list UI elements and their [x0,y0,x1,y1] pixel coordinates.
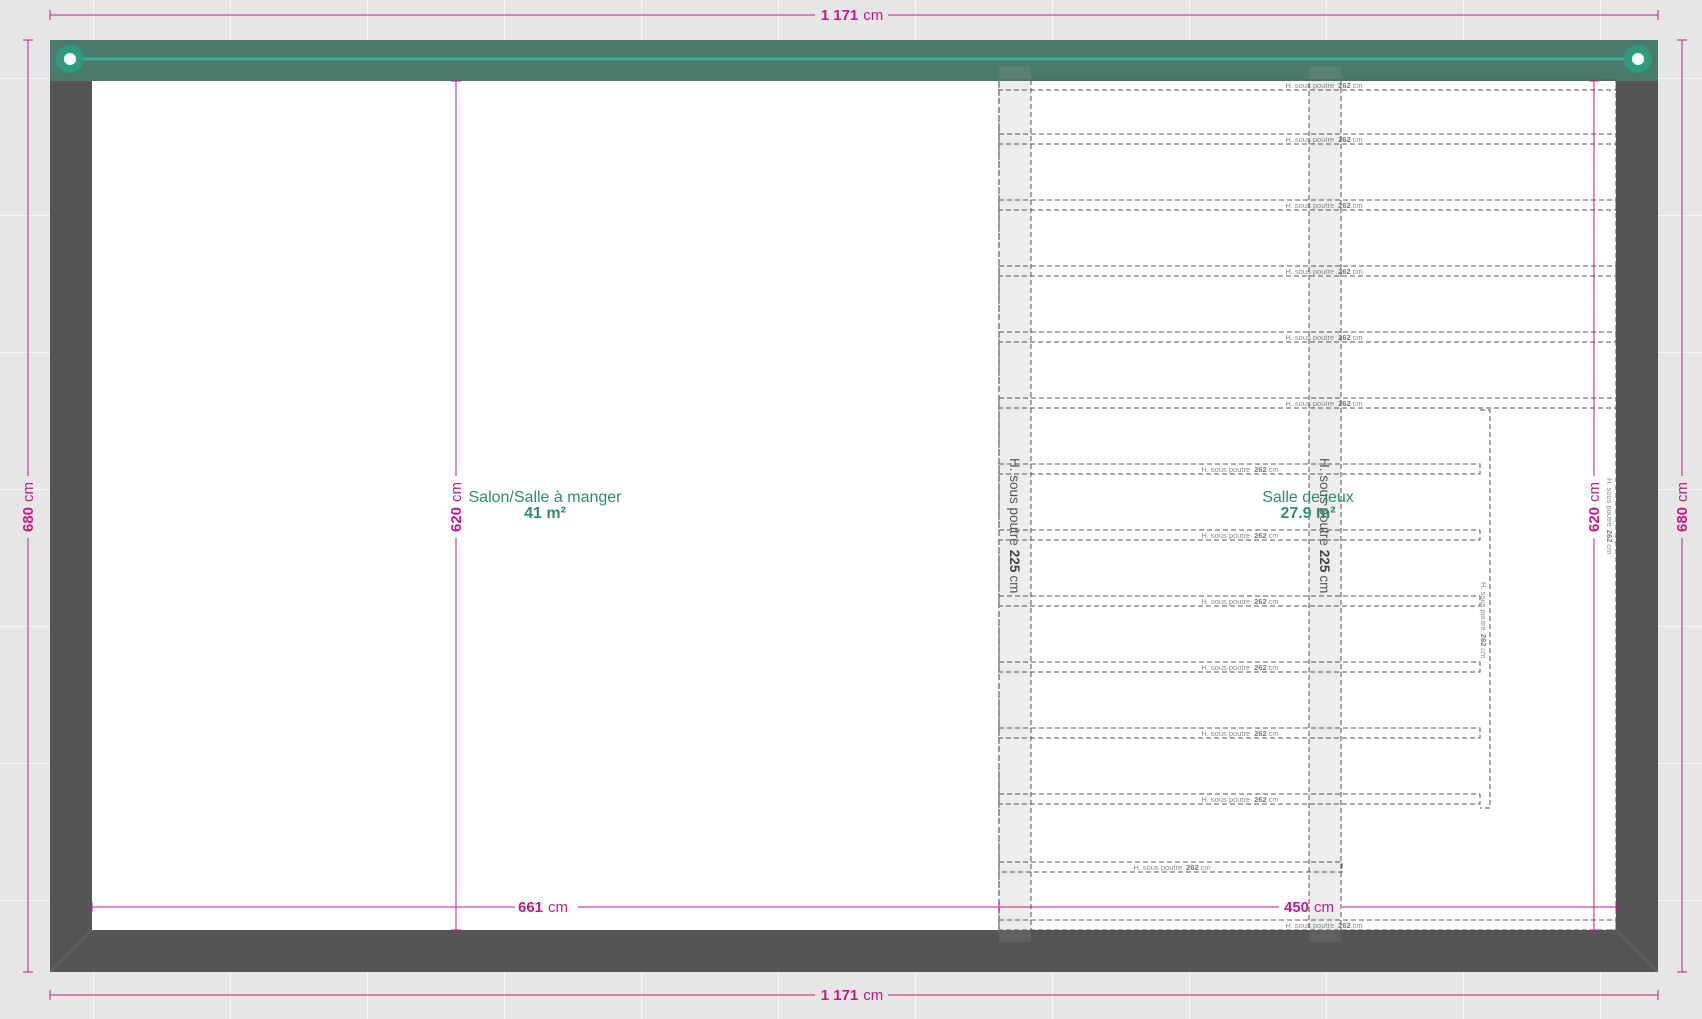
vbeam-small-unit: cm [1479,648,1488,658]
interior-floor [92,81,1616,930]
floor-plan: H. sous poutre 262 cmH. sous poutre 262 cmH.… [20,7,1691,1004]
room-name: Salon/Salle à manger [469,489,623,506]
vbeam-label-text: H. sous poutre [1007,458,1022,546]
dim-left-interior: 620cm [448,482,465,532]
vbeam-unit: cm [1007,575,1022,593]
vbeam-small-value: 262 [1605,530,1614,543]
vbeam-small-label: H. sous poutre [1605,478,1614,527]
dim-bottom-total: 1 171 cm [821,987,884,1004]
dim-right-interior: 620cm [1586,482,1603,532]
vbeam-value: 225 [1007,550,1022,573]
dim-left-total: 680cm [20,482,37,532]
room-name: Salle de jeux [1262,489,1354,506]
dim-right-total: 680cm [1674,482,1691,532]
vbeam-unit: cm [1317,575,1332,593]
vbeam-small-value: 262 [1479,634,1488,647]
room-area: 41 m² [524,505,566,522]
wall-handle-left[interactable] [56,45,84,73]
dim-salon-width: 661 cm [518,899,568,916]
vbeam-small-unit: cm [1605,544,1614,554]
vbeam-value: 225 [1317,550,1332,573]
top-wall-selected[interactable] [50,40,1658,81]
dim-top-total: 1 171 cm [821,7,884,24]
dim-jeux-width: 450 cm [1284,899,1334,916]
room-area: 27.9 m² [1280,505,1335,522]
wall-handle-right[interactable] [1624,45,1652,73]
vbeam-small-label: H. sous poutre [1479,582,1488,631]
